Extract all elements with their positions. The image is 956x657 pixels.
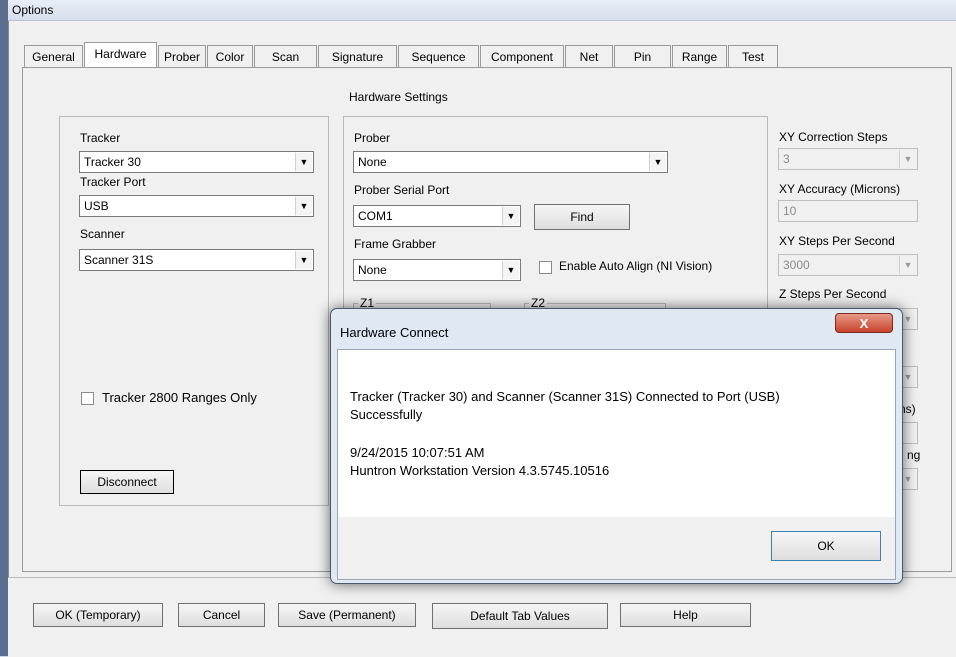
frame-grabber-label: Frame Grabber: [354, 237, 437, 251]
frame-grabber-value: None: [358, 263, 387, 277]
z-steps-label: Z Steps Per Second: [779, 287, 887, 301]
xy-steps-label: XY Steps Per Second: [779, 234, 895, 248]
tracker-port-select[interactable]: USB ▼: [79, 195, 314, 217]
xy-correction-select[interactable]: 3 ▼: [778, 148, 918, 170]
chevron-down-icon[interactable]: ▼: [502, 207, 519, 225]
tab-prober[interactable]: Prober: [158, 45, 206, 67]
dialog-title: Hardware Connect: [340, 325, 449, 340]
close-icon[interactable]: X: [835, 313, 893, 333]
ranges-checkbox[interactable]: [81, 392, 94, 405]
prober-port-label: Prober Serial Port: [354, 183, 450, 197]
auto-align-label: Enable Auto Align (NI Vision): [559, 259, 713, 273]
prober-port-select[interactable]: COM1 ▼: [353, 205, 521, 227]
dialog-message-line1: Tracker (Tracker 30) and Scanner (Scanne…: [350, 389, 780, 404]
tab-scan[interactable]: Scan: [254, 45, 317, 67]
default-tab-values-button[interactable]: Default Tab Values: [432, 603, 608, 629]
dialog-message-line2: Successfully: [350, 407, 423, 422]
auto-align-checkbox[interactable]: [539, 261, 552, 274]
dialog-timestamp: 9/24/2015 10:07:51 AM: [350, 445, 485, 460]
tracker-select-value: Tracker 30: [84, 155, 141, 169]
xy-steps-value: 3000: [783, 258, 810, 272]
chevron-down-icon[interactable]: ▼: [295, 251, 312, 269]
chevron-down-icon[interactable]: ▼: [899, 150, 916, 168]
xy-accuracy-input[interactable]: 10: [778, 200, 918, 222]
tracker-port-label: Tracker Port: [80, 175, 146, 189]
xy-accuracy-label: XY Accuracy (Microns): [779, 182, 901, 196]
scanner-select[interactable]: Scanner 31S ▼: [79, 249, 314, 271]
dialog-footer: OK: [338, 517, 895, 579]
chevron-down-icon[interactable]: ▼: [295, 197, 312, 215]
chevron-down-icon[interactable]: ▼: [899, 256, 916, 274]
prober-port-value: COM1: [358, 209, 393, 223]
title-bar: Options: [8, 0, 956, 21]
dialog-version: Huntron Workstation Version 4.3.5745.105…: [350, 463, 610, 478]
prober-select[interactable]: None ▼: [353, 151, 668, 173]
chevron-down-icon[interactable]: ▼: [649, 153, 666, 171]
xy-correction-label: XY Correction Steps: [779, 130, 888, 144]
tab-component[interactable]: Component: [480, 45, 564, 67]
find-button[interactable]: Find: [534, 204, 630, 230]
tab-test[interactable]: Test: [728, 45, 778, 67]
disconnect-button[interactable]: Disconnect: [80, 470, 174, 494]
frame-grabber-select[interactable]: None ▼: [353, 259, 521, 281]
xy-correction-value: 3: [783, 152, 790, 166]
tab-signature[interactable]: Signature: [318, 45, 397, 67]
tab-net[interactable]: Net: [565, 45, 613, 67]
tracker-select[interactable]: Tracker 30 ▼: [79, 151, 314, 173]
tab-color[interactable]: Color: [207, 45, 253, 67]
scanner-label: Scanner: [80, 227, 125, 241]
prober-select-value: None: [358, 155, 387, 169]
xy-accuracy-value: 10: [783, 204, 797, 218]
tab-hardware[interactable]: Hardware: [84, 42, 157, 67]
chevron-down-icon[interactable]: ▼: [502, 261, 519, 279]
scanner-select-value: Scanner 31S: [84, 253, 154, 267]
ok-temporary-button[interactable]: OK (Temporary): [33, 603, 163, 627]
hardware-connect-dialog: Hardware Connect X Tracker (Tracker 30) …: [330, 308, 903, 584]
tab-general[interactable]: General: [24, 45, 83, 67]
cancel-button[interactable]: Cancel: [178, 603, 265, 627]
help-button[interactable]: Help: [620, 603, 751, 627]
xy-steps-select[interactable]: 3000 ▼: [778, 254, 918, 276]
partial-label-ng: ng: [907, 448, 921, 462]
tracker-group: Tracker Tracker 30 ▼ Tracker Port USB ▼ …: [59, 116, 329, 506]
window-title: Options: [12, 3, 54, 17]
tracker-label: Tracker: [80, 131, 121, 145]
prober-label: Prober: [354, 131, 391, 145]
ranges-checkbox-label: Tracker 2800 Ranges Only: [102, 390, 257, 405]
tab-sequence[interactable]: Sequence: [398, 45, 479, 67]
tracker-port-value: USB: [84, 199, 109, 213]
dialog-body: Tracker (Tracker 30) and Scanner (Scanne…: [337, 349, 896, 580]
panel-heading: Hardware Settings: [349, 90, 448, 104]
ok-button[interactable]: OK: [771, 531, 881, 561]
tab-pin[interactable]: Pin: [614, 45, 671, 67]
desktop-edge: [0, 0, 8, 656]
tab-range[interactable]: Range: [672, 45, 727, 67]
chevron-down-icon[interactable]: ▼: [295, 153, 312, 171]
save-permanent-button[interactable]: Save (Permanent): [278, 603, 416, 627]
